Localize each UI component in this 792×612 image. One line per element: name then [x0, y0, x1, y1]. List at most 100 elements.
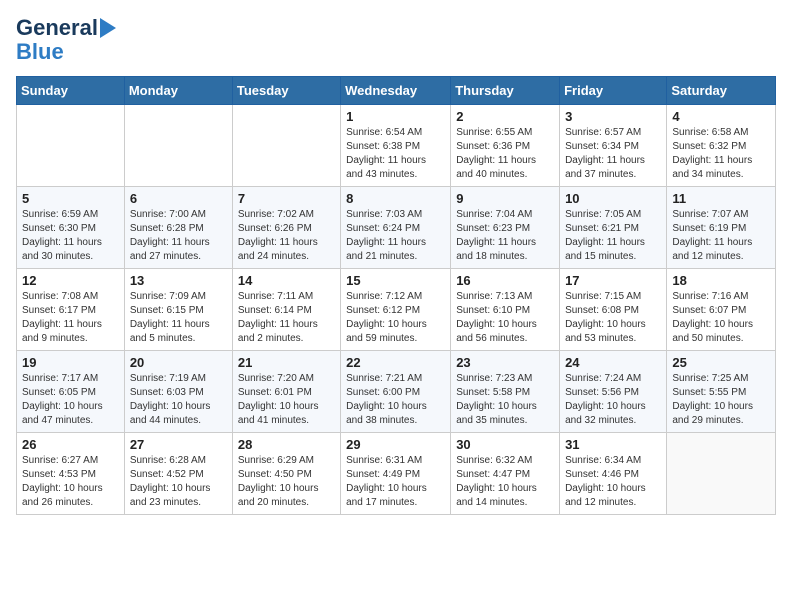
calendar-cell: 3 Sunrise: 6:57 AM Sunset: 6:34 PM Daylig…	[560, 105, 667, 187]
day-info: Sunrise: 6:54 AM Sunset: 6:38 PM Dayligh…	[346, 126, 445, 182]
day-number: 1	[346, 109, 445, 124]
day-info: Sunrise: 7:13 AM Sunset: 6:10 PM Dayligh…	[456, 290, 554, 346]
calendar-cell: 1 Sunrise: 6:54 AM Sunset: 6:38 PM Daylig…	[341, 105, 451, 187]
calendar-cell: 30 Sunrise: 6:32 AM Sunset: 4:47 PM Dayli…	[451, 433, 560, 515]
day-of-week-header: Friday	[560, 77, 667, 105]
day-number: 28	[238, 437, 335, 452]
day-number: 12	[22, 273, 119, 288]
calendar-cell: 10 Sunrise: 7:05 AM Sunset: 6:21 PM Dayli…	[560, 187, 667, 269]
day-info: Sunrise: 6:58 AM Sunset: 6:32 PM Dayligh…	[672, 126, 770, 182]
day-info: Sunrise: 7:07 AM Sunset: 6:19 PM Dayligh…	[672, 208, 770, 264]
day-number: 5	[22, 191, 119, 206]
day-number: 31	[565, 437, 661, 452]
day-number: 29	[346, 437, 445, 452]
calendar-cell: 8 Sunrise: 7:03 AM Sunset: 6:24 PM Daylig…	[341, 187, 451, 269]
calendar-cell: 31 Sunrise: 6:34 AM Sunset: 4:46 PM Dayli…	[560, 433, 667, 515]
day-info: Sunrise: 7:23 AM Sunset: 5:58 PM Dayligh…	[456, 372, 554, 428]
calendar-cell: 6 Sunrise: 7:00 AM Sunset: 6:28 PM Daylig…	[124, 187, 232, 269]
calendar-cell: 13 Sunrise: 7:09 AM Sunset: 6:15 PM Dayli…	[124, 269, 232, 351]
logo-arrow-icon	[100, 18, 116, 38]
calendar-week-row: 5 Sunrise: 6:59 AM Sunset: 6:30 PM Daylig…	[17, 187, 776, 269]
day-number: 25	[672, 355, 770, 370]
calendar-cell: 2 Sunrise: 6:55 AM Sunset: 6:36 PM Daylig…	[451, 105, 560, 187]
calendar-cell: 22Sunrise: 7:21 AM Sunset: 6:00 PM Dayli…	[341, 351, 451, 433]
day-info: Sunrise: 6:31 AM Sunset: 4:49 PM Dayligh…	[346, 454, 445, 510]
day-number: 11	[672, 191, 770, 206]
calendar-cell: 11 Sunrise: 7:07 AM Sunset: 6:19 PM Dayli…	[667, 187, 776, 269]
calendar-cell: 26Sunrise: 6:27 AM Sunset: 4:53 PM Dayli…	[17, 433, 125, 515]
day-info: Sunrise: 7:03 AM Sunset: 6:24 PM Dayligh…	[346, 208, 445, 264]
day-number: 17	[565, 273, 661, 288]
day-number: 8	[346, 191, 445, 206]
page-header: General Blue	[16, 16, 776, 64]
day-number: 24	[565, 355, 661, 370]
calendar-table: SundayMondayTuesdayWednesdayThursdayFrid…	[16, 76, 776, 515]
logo-text-general: General	[16, 16, 98, 40]
day-number: 21	[238, 355, 335, 370]
day-info: Sunrise: 6:28 AM Sunset: 4:52 PM Dayligh…	[130, 454, 227, 510]
day-number: 18	[672, 273, 770, 288]
day-info: Sunrise: 6:57 AM Sunset: 6:34 PM Dayligh…	[565, 126, 661, 182]
day-number: 16	[456, 273, 554, 288]
day-info: Sunrise: 7:09 AM Sunset: 6:15 PM Dayligh…	[130, 290, 227, 346]
calendar-cell: 4 Sunrise: 6:58 AM Sunset: 6:32 PM Daylig…	[667, 105, 776, 187]
day-of-week-header: Saturday	[667, 77, 776, 105]
day-info: Sunrise: 7:20 AM Sunset: 6:01 PM Dayligh…	[238, 372, 335, 428]
calendar-cell: 16 Sunrise: 7:13 AM Sunset: 6:10 PM Dayli…	[451, 269, 560, 351]
calendar-cell	[17, 105, 125, 187]
calendar-week-row: 1 Sunrise: 6:54 AM Sunset: 6:38 PM Daylig…	[17, 105, 776, 187]
calendar-cell	[232, 105, 340, 187]
calendar-cell: 21 Sunrise: 7:20 AM Sunset: 6:01 PM Dayli…	[232, 351, 340, 433]
day-of-week-header: Monday	[124, 77, 232, 105]
day-number: 13	[130, 273, 227, 288]
calendar-cell: 19Sunrise: 7:17 AM Sunset: 6:05 PM Dayli…	[17, 351, 125, 433]
calendar-cell: 23 Sunrise: 7:23 AM Sunset: 5:58 PM Dayli…	[451, 351, 560, 433]
day-number: 2	[456, 109, 554, 124]
day-number: 15	[346, 273, 445, 288]
day-number: 27	[130, 437, 227, 452]
day-info: Sunrise: 6:34 AM Sunset: 4:46 PM Dayligh…	[565, 454, 661, 510]
calendar-cell: 9 Sunrise: 7:04 AM Sunset: 6:23 PM Daylig…	[451, 187, 560, 269]
calendar-cell: 15Sunrise: 7:12 AM Sunset: 6:12 PM Dayli…	[341, 269, 451, 351]
calendar-cell: 12Sunrise: 7:08 AM Sunset: 6:17 PM Dayli…	[17, 269, 125, 351]
calendar-cell: 24 Sunrise: 7:24 AM Sunset: 5:56 PM Dayli…	[560, 351, 667, 433]
day-info: Sunrise: 6:32 AM Sunset: 4:47 PM Dayligh…	[456, 454, 554, 510]
logo: General Blue	[16, 16, 116, 64]
calendar-cell: 20Sunrise: 7:19 AM Sunset: 6:03 PM Dayli…	[124, 351, 232, 433]
day-number: 7	[238, 191, 335, 206]
day-number: 10	[565, 191, 661, 206]
calendar-header-row: SundayMondayTuesdayWednesdayThursdayFrid…	[17, 77, 776, 105]
day-info: Sunrise: 7:15 AM Sunset: 6:08 PM Dayligh…	[565, 290, 661, 346]
day-number: 20	[130, 355, 227, 370]
day-info: Sunrise: 7:24 AM Sunset: 5:56 PM Dayligh…	[565, 372, 661, 428]
calendar-cell: 25 Sunrise: 7:25 AM Sunset: 5:55 PM Dayli…	[667, 351, 776, 433]
day-info: Sunrise: 7:04 AM Sunset: 6:23 PM Dayligh…	[456, 208, 554, 264]
day-number: 6	[130, 191, 227, 206]
calendar-cell: 29 Sunrise: 6:31 AM Sunset: 4:49 PM Dayli…	[341, 433, 451, 515]
calendar-cell: 7Sunrise: 7:02 AM Sunset: 6:26 PM Daylig…	[232, 187, 340, 269]
day-info: Sunrise: 7:11 AM Sunset: 6:14 PM Dayligh…	[238, 290, 335, 346]
day-info: Sunrise: 6:29 AM Sunset: 4:50 PM Dayligh…	[238, 454, 335, 510]
day-number: 3	[565, 109, 661, 124]
day-info: Sunrise: 6:59 AM Sunset: 6:30 PM Dayligh…	[22, 208, 119, 264]
day-info: Sunrise: 7:25 AM Sunset: 5:55 PM Dayligh…	[672, 372, 770, 428]
day-number: 14	[238, 273, 335, 288]
day-of-week-header: Wednesday	[341, 77, 451, 105]
calendar-cell: 17 Sunrise: 7:15 AM Sunset: 6:08 PM Dayli…	[560, 269, 667, 351]
day-info: Sunrise: 6:55 AM Sunset: 6:36 PM Dayligh…	[456, 126, 554, 182]
calendar-cell: 14 Sunrise: 7:11 AM Sunset: 6:14 PM Dayli…	[232, 269, 340, 351]
day-info: Sunrise: 7:05 AM Sunset: 6:21 PM Dayligh…	[565, 208, 661, 264]
day-number: 4	[672, 109, 770, 124]
day-number: 19	[22, 355, 119, 370]
day-number: 30	[456, 437, 554, 452]
calendar-cell: 5 Sunrise: 6:59 AM Sunset: 6:30 PM Daylig…	[17, 187, 125, 269]
day-number: 9	[456, 191, 554, 206]
calendar-cell: 27 Sunrise: 6:28 AM Sunset: 4:52 PM Dayli…	[124, 433, 232, 515]
day-number: 26	[22, 437, 119, 452]
day-of-week-header: Tuesday	[232, 77, 340, 105]
day-number: 23	[456, 355, 554, 370]
calendar-cell: 18Sunrise: 7:16 AM Sunset: 6:07 PM Dayli…	[667, 269, 776, 351]
calendar-week-row: 12Sunrise: 7:08 AM Sunset: 6:17 PM Dayli…	[17, 269, 776, 351]
day-info: Sunrise: 7:21 AM Sunset: 6:00 PM Dayligh…	[346, 372, 445, 428]
day-info: Sunrise: 7:00 AM Sunset: 6:28 PM Dayligh…	[130, 208, 227, 264]
